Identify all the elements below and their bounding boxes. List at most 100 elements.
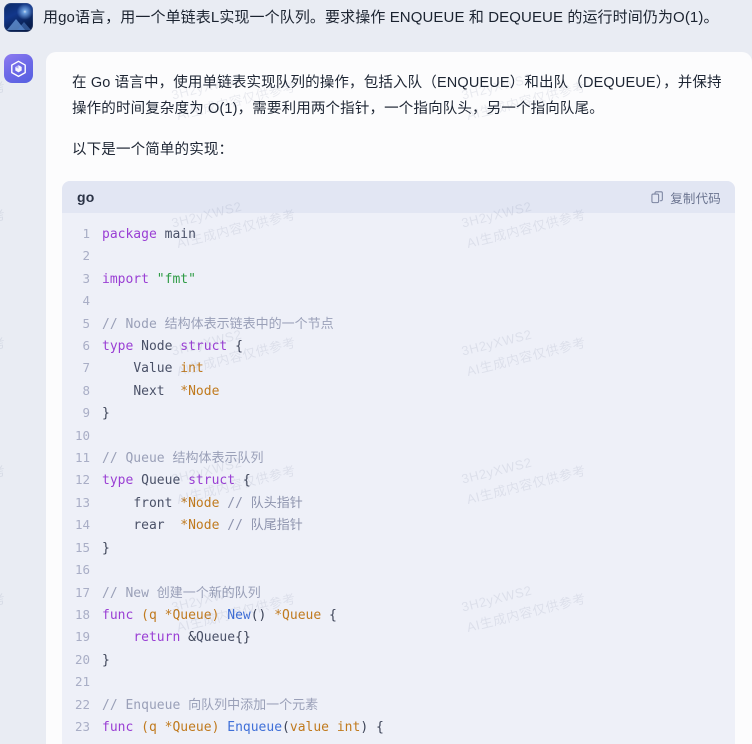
copy-code-button[interactable]: 复制代码	[651, 188, 721, 207]
code-token: }	[102, 540, 110, 556]
code-token: // 队尾指针	[227, 518, 303, 534]
code-token: Enqueue	[227, 719, 283, 735]
code-token: type	[102, 473, 134, 489]
code-line: 9}	[62, 402, 735, 424]
code-line: 1 package main	[62, 223, 735, 245]
code-line-content	[102, 426, 735, 447]
code-line-content	[102, 246, 735, 267]
code-token: {	[321, 607, 337, 623]
code-line: 15}	[62, 537, 735, 559]
assistant-avatar[interactable]	[4, 54, 33, 83]
assistant-message-row: 在 Go 语言中，使用单链表实现队列的操作，包括入队（ENQUEUE）和出队（D…	[0, 52, 752, 744]
code-line: 7 Value int	[62, 357, 735, 379]
code-token: New	[227, 607, 251, 623]
code-line: 5 // Node 结构体表示链表中的一个节点	[62, 313, 735, 335]
code-line-content: package main	[102, 224, 735, 245]
code-line-number: 14	[74, 517, 90, 533]
code-block: go 复制代码 1 package main 2 3 import "fmt" 4 5 /…	[62, 181, 735, 744]
code-line: 14 rear *Node // 队尾指针	[62, 514, 735, 536]
code-line: 6 type Node struct {	[62, 335, 735, 357]
code-line-content: // Queue 结构体表示队列	[102, 448, 735, 469]
hexagon-cube-icon	[11, 60, 26, 77]
code-line-content: }	[102, 650, 735, 671]
code-token: func	[102, 719, 134, 735]
code-token: {}	[235, 630, 251, 646]
assistant-paragraph-2: 以下是一个简单的实现：	[72, 142, 234, 158]
code-line-content: return &Queue{}	[102, 627, 735, 648]
code-token: (	[282, 719, 290, 735]
code-line-number: 3	[82, 270, 90, 286]
code-token: package	[102, 227, 157, 242]
chat-page: 用go语言，用一个单链表L实现一个队列。要求操作 ENQUEUE 和 DEQUE…	[0, 0, 752, 744]
code-token: Value	[133, 361, 173, 377]
code-line-number: 20	[74, 651, 90, 667]
code-line-content: front *Node // 队头指针	[102, 493, 735, 514]
code-body[interactable]: 1 package main 2 3 import "fmt" 4 5 // Node 结…	[62, 213, 735, 744]
code-token: struct	[188, 473, 236, 489]
code-line-number: 7	[82, 360, 90, 376]
code-token: // Node 结构体表示链表中的一个节点	[102, 316, 334, 332]
code-token: // Enqueue 向队列中添加一个元素	[102, 697, 319, 713]
code-line-number: 22	[74, 696, 90, 712]
user-avatar[interactable]	[4, 3, 33, 32]
code-line-number: 12	[74, 472, 90, 488]
code-line: 22 // Enqueue 向队列中添加一个元素	[62, 694, 735, 716]
code-token: Node	[141, 339, 173, 355]
code-token: }	[102, 406, 110, 422]
code-line: 16	[62, 559, 735, 581]
code-line-number: 21	[74, 674, 90, 690]
code-line-number: 17	[74, 584, 90, 600]
code-language-label: go	[77, 189, 95, 205]
code-token: Queue	[195, 630, 236, 646]
code-line: 23 func (q *Queue) Enqueue(value int) {	[62, 716, 735, 738]
code-line-number: 2	[82, 248, 90, 264]
code-token: (q *Queue)	[141, 607, 220, 623]
code-line-number: 10	[74, 427, 90, 443]
code-line-content	[102, 560, 735, 581]
code-line: 20}	[62, 649, 735, 671]
code-token: *Node	[180, 383, 220, 399]
code-token: (q *Queue)	[141, 719, 220, 735]
code-line: 21	[62, 671, 735, 693]
code-token: {	[227, 339, 243, 355]
assistant-paragraph-1: 在 Go 语言中，使用单链表实现队列的操作，包括入队（ENQUEUE）和出队（D…	[72, 75, 722, 117]
code-line-number: 18	[74, 606, 90, 622]
code-token: }	[102, 652, 110, 668]
code-line: 4	[62, 290, 735, 312]
code-token: ) {	[360, 719, 384, 735]
code-token: int	[336, 719, 361, 735]
code-line: 17 // New 创建一个新的队列	[62, 582, 735, 604]
code-line-content: Value int	[102, 358, 735, 379]
code-line: 19 return &Queue{}	[62, 626, 735, 648]
avatar-mountain-shape-2	[17, 22, 31, 30]
user-message-row: 用go语言，用一个单链表L实现一个队列。要求操作 ENQUEUE 和 DEQUE…	[0, 0, 752, 46]
code-token: *Queue	[274, 607, 322, 623]
code-line-number: 8	[82, 382, 90, 398]
code-token: int	[180, 361, 204, 377]
code-line-number: 23	[74, 718, 90, 734]
code-line-number: 16	[74, 562, 90, 578]
code-token: func	[102, 607, 134, 623]
code-line-number: 13	[74, 494, 90, 510]
code-line-number: 5	[82, 315, 90, 331]
code-line: 8 Next *Node	[62, 380, 735, 402]
code-token: value	[289, 719, 330, 735]
code-line: 12 type Queue struct {	[62, 469, 735, 491]
code-token: Queue	[141, 473, 181, 489]
code-line-content: // Enqueue 向队列中添加一个元素	[102, 695, 735, 716]
user-question-text: 用go语言，用一个单链表L实现一个队列。要求操作 ENQUEUE 和 DEQUE…	[43, 9, 719, 26]
code-token: *Node	[180, 518, 220, 534]
code-line-number: 4	[82, 293, 90, 309]
code-token: front	[133, 495, 173, 511]
code-line-number: 9	[82, 405, 90, 421]
code-token: rear	[133, 518, 165, 534]
